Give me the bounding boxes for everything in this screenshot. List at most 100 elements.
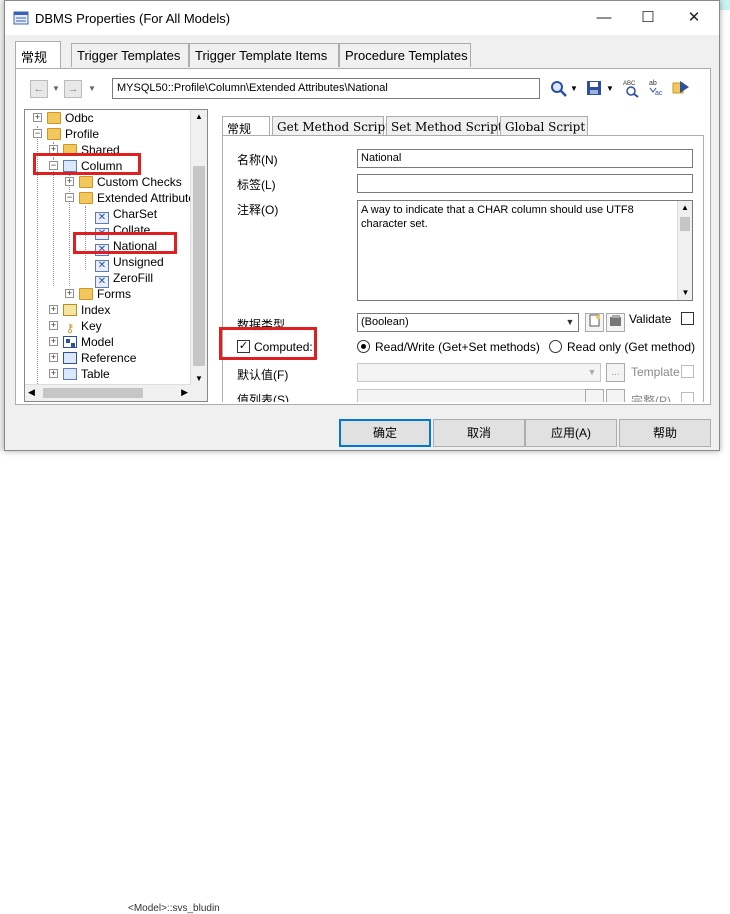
tab-trigger-templates[interactable]: Trigger Templates: [71, 43, 189, 67]
replace-icon[interactable]: ab ac: [648, 78, 666, 98]
scroll-up-icon[interactable]: ▲: [193, 112, 205, 121]
back-button[interactable]: ←: [30, 80, 48, 98]
tab-general[interactable]: 常规: [15, 41, 61, 68]
tree-item-charset[interactable]: ✕ CharSet: [95, 206, 158, 224]
comment-text: A way to indicate that a CHAR column sho…: [361, 204, 634, 230]
save-dropdown-arrow-icon[interactable]: ▼: [606, 84, 614, 93]
minimize-button[interactable]: —: [581, 1, 627, 35]
value-list-field[interactable]: [357, 389, 601, 402]
inner-tab-get-method-script[interactable]: Get Method Script: [272, 116, 390, 136]
readonly-radio[interactable]: [549, 340, 562, 353]
expand-icon[interactable]: +: [65, 289, 74, 298]
scroll-left-icon[interactable]: ◀: [28, 387, 35, 398]
expand-icon[interactable]: +: [49, 305, 58, 314]
key-icon: ⚷: [65, 321, 75, 335]
object-path-field[interactable]: MYSQL50::Profile\Column\Extended Attribu…: [112, 78, 540, 99]
collapse-icon[interactable]: −: [65, 193, 74, 202]
back-dropdown-arrow-icon[interactable]: ▼: [52, 84, 60, 93]
background-bottom-text: <Model>::svs_bludin: [128, 903, 220, 914]
inner-tab-global-script[interactable]: Global Script: [500, 116, 588, 136]
datatype-value: (Boolean): [361, 316, 409, 328]
tree-item-zerofill[interactable]: ✕ ZeroFill: [95, 270, 153, 288]
expand-icon[interactable]: +: [33, 113, 42, 122]
spellcheck-icon[interactable]: ABC: [622, 78, 640, 98]
background-bottom-strip: <Model>::svs_bludin: [0, 451, 730, 914]
tree-vertical-scrollbar[interactable]: ▲ ▼: [190, 110, 207, 401]
datatype-select[interactable]: (Boolean) ▼: [357, 313, 579, 332]
scroll-thumb[interactable]: [43, 388, 143, 398]
title-bar[interactable]: DBMS Properties (For All Models) — ☐ ✕: [5, 1, 719, 35]
scroll-up-icon[interactable]: ▲: [678, 201, 692, 215]
model-icon: [63, 336, 77, 348]
ok-button[interactable]: 确定: [339, 419, 431, 447]
apply-button[interactable]: 应用(A): [525, 419, 617, 447]
folder-icon: [79, 176, 93, 188]
tree-guide-line: [69, 174, 70, 286]
expand-icon[interactable]: +: [49, 369, 58, 378]
expand-icon[interactable]: +: [49, 321, 58, 330]
default-value-select[interactable]: ▼: [357, 363, 601, 382]
chevron-down-icon[interactable]: ▼: [584, 364, 600, 381]
save-icon[interactable]: [586, 80, 602, 96]
maximize-button[interactable]: ☐: [625, 1, 671, 35]
comment-label: 注释(O): [237, 203, 279, 217]
highlight-national: [73, 232, 177, 254]
reference-icon: [63, 352, 77, 364]
comment-field[interactable]: A way to indicate that a CHAR column sho…: [357, 200, 693, 301]
tree-item-label: Table: [81, 367, 110, 381]
scroll-down-icon[interactable]: ▼: [678, 286, 693, 300]
search-dropdown-arrow-icon[interactable]: ▼: [570, 84, 578, 93]
chevron-down-icon[interactable]: ▼: [562, 314, 578, 331]
tab-trigger-template-items[interactable]: Trigger Template Items: [189, 43, 339, 67]
datatype-new-button[interactable]: [585, 313, 604, 332]
help-button[interactable]: 帮助: [619, 419, 711, 447]
cancel-button[interactable]: 取消: [433, 419, 525, 447]
readonly-label: Read only (Get method): [567, 340, 696, 354]
expand-icon[interactable]: +: [49, 353, 58, 362]
scroll-down-icon[interactable]: ▼: [193, 374, 205, 383]
tree-item-label: Index: [81, 303, 111, 317]
inner-general-panel: 名称(N) National 标签(L) 注释(O) A way to indi…: [222, 135, 704, 402]
name-field[interactable]: National: [357, 149, 693, 168]
tree-item-label: CharSet: [113, 207, 158, 221]
expand-icon[interactable]: +: [49, 337, 58, 346]
scroll-thumb[interactable]: [193, 166, 205, 366]
collapse-icon[interactable]: −: [33, 129, 42, 138]
comment-scrollbar[interactable]: ▲ ▼: [677, 201, 692, 300]
template-checkbox[interactable]: [681, 365, 694, 378]
tab-procedure-templates[interactable]: Procedure Templates: [339, 43, 471, 67]
tag-label: 标签(L): [237, 178, 276, 192]
name-label: 名称(N): [237, 153, 278, 167]
highlight-column: [33, 153, 141, 175]
folder-icon: [79, 288, 93, 300]
forward-dropdown-arrow-icon[interactable]: ▼: [88, 84, 96, 93]
folder-icon: [47, 112, 61, 124]
close-button[interactable]: ✕: [671, 1, 717, 35]
value-list-label: 值列表(S): [237, 393, 289, 402]
tag-field[interactable]: [357, 174, 693, 193]
tree-horizontal-scrollbar[interactable]: ◀ ▶: [25, 384, 191, 401]
tree-item-label: Custom Checks: [97, 175, 182, 189]
tree-guide-line: [53, 158, 54, 286]
datatype-properties-button[interactable]: [606, 313, 625, 332]
scroll-thumb[interactable]: [680, 217, 690, 231]
complete-checkbox[interactable]: [681, 392, 694, 402]
tree-item-label: Model: [81, 335, 114, 349]
readwrite-radio[interactable]: [357, 340, 370, 353]
search-icon[interactable]: [550, 80, 568, 98]
locate-icon[interactable]: [672, 79, 690, 97]
inner-tab-general[interactable]: 常规: [222, 116, 270, 136]
value-list-edit-button[interactable]: [606, 389, 625, 402]
validate-checkbox[interactable]: [681, 312, 694, 325]
window-title: DBMS Properties (For All Models): [35, 11, 231, 26]
forward-button[interactable]: →: [64, 80, 82, 98]
tree-item-unsigned[interactable]: ✕ Unsigned: [95, 254, 164, 272]
tree-item-label: Key: [81, 319, 102, 333]
new-document-icon: [589, 314, 600, 327]
scroll-right-icon[interactable]: ▶: [181, 387, 188, 398]
expand-icon[interactable]: +: [65, 177, 74, 186]
value-list-button[interactable]: [585, 389, 604, 402]
default-value-browse-button[interactable]: ...: [606, 363, 625, 382]
default-value-label: 默认值(F): [237, 368, 289, 382]
inner-tab-set-method-script[interactable]: Set Method Script: [386, 116, 503, 136]
